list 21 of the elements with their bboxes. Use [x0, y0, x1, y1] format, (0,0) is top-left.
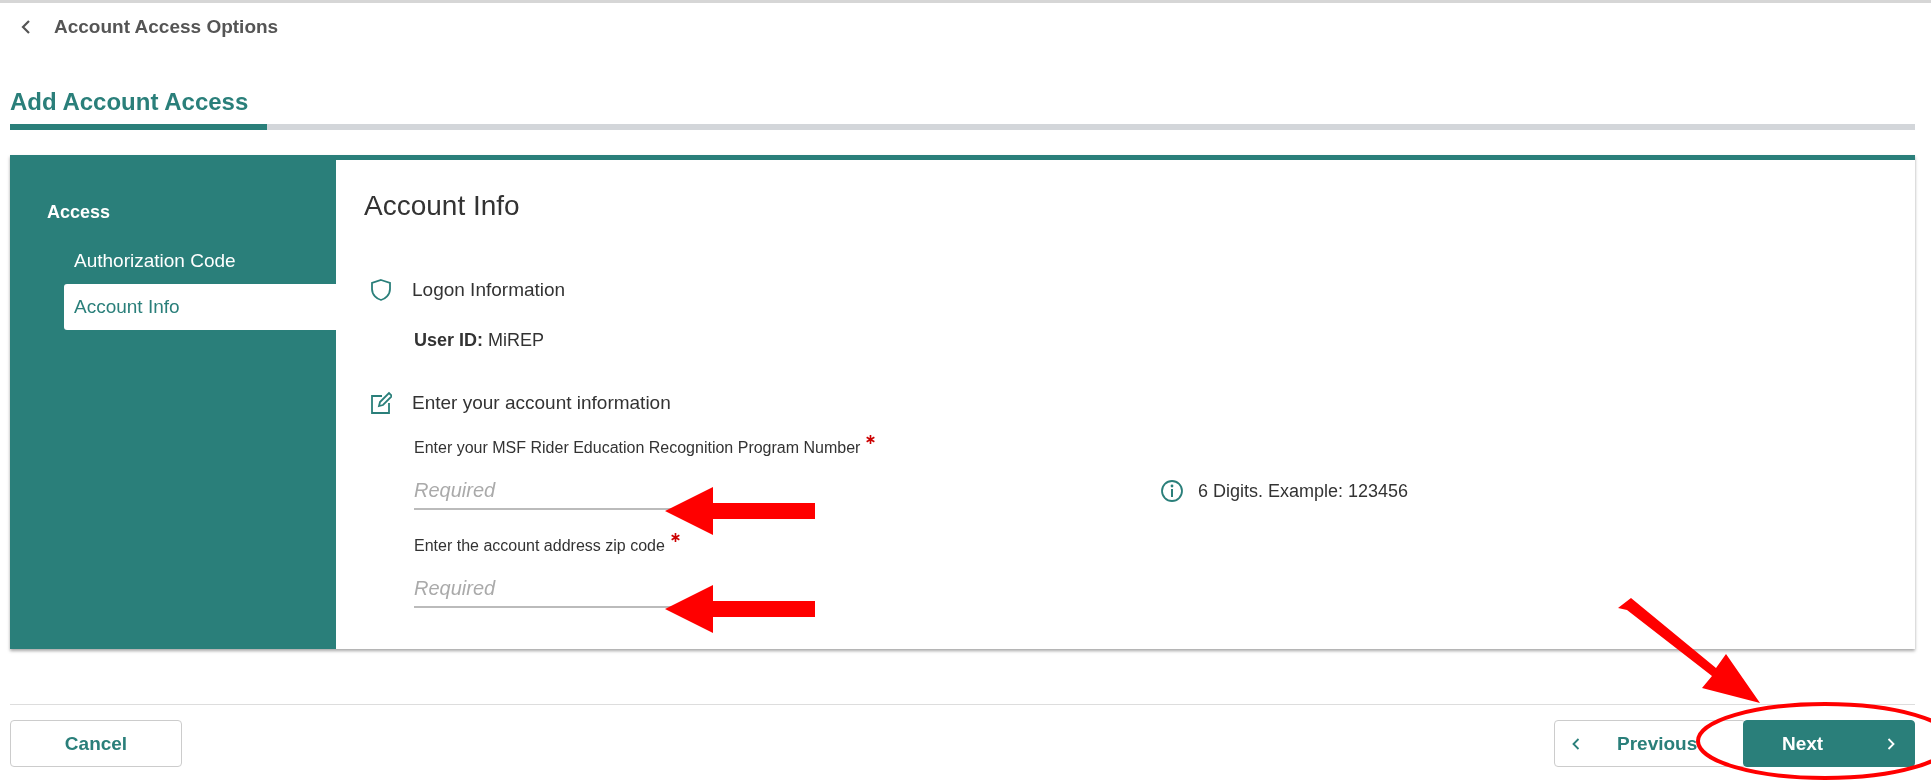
field-label: Enter the account address zip code	[414, 537, 665, 555]
sidebar-heading: Access	[46, 202, 112, 224]
section-title: Account Info	[364, 190, 521, 222]
section-heading: Enter your account information	[412, 392, 671, 414]
chevron-right-icon	[1886, 736, 1896, 751]
page-title: Add Account Access	[10, 88, 250, 116]
chevron-left-icon	[1571, 736, 1581, 751]
info-icon	[1160, 479, 1184, 503]
section-heading: Logon Information	[412, 279, 566, 301]
cancel-button[interactable]: Cancel	[10, 720, 182, 767]
next-button[interactable]: Next	[1743, 720, 1915, 767]
field-label: Enter your MSF Rider Education Recognition Program Number	[414, 439, 861, 457]
edit-icon	[370, 391, 392, 415]
back-link[interactable]: Account Access Options	[20, 16, 279, 38]
previous-button[interactable]: Previous	[1554, 720, 1746, 767]
chevron-left-icon	[20, 19, 32, 35]
shield-icon	[370, 278, 392, 302]
sidebar-item[interactable]: Authorization Code	[64, 238, 336, 284]
user-id-text: User ID: MiREP	[414, 330, 546, 351]
hint-text: 6 Digits. Example: 123456	[1198, 480, 1409, 502]
sidebar-item[interactable]: Account Info	[64, 284, 336, 330]
